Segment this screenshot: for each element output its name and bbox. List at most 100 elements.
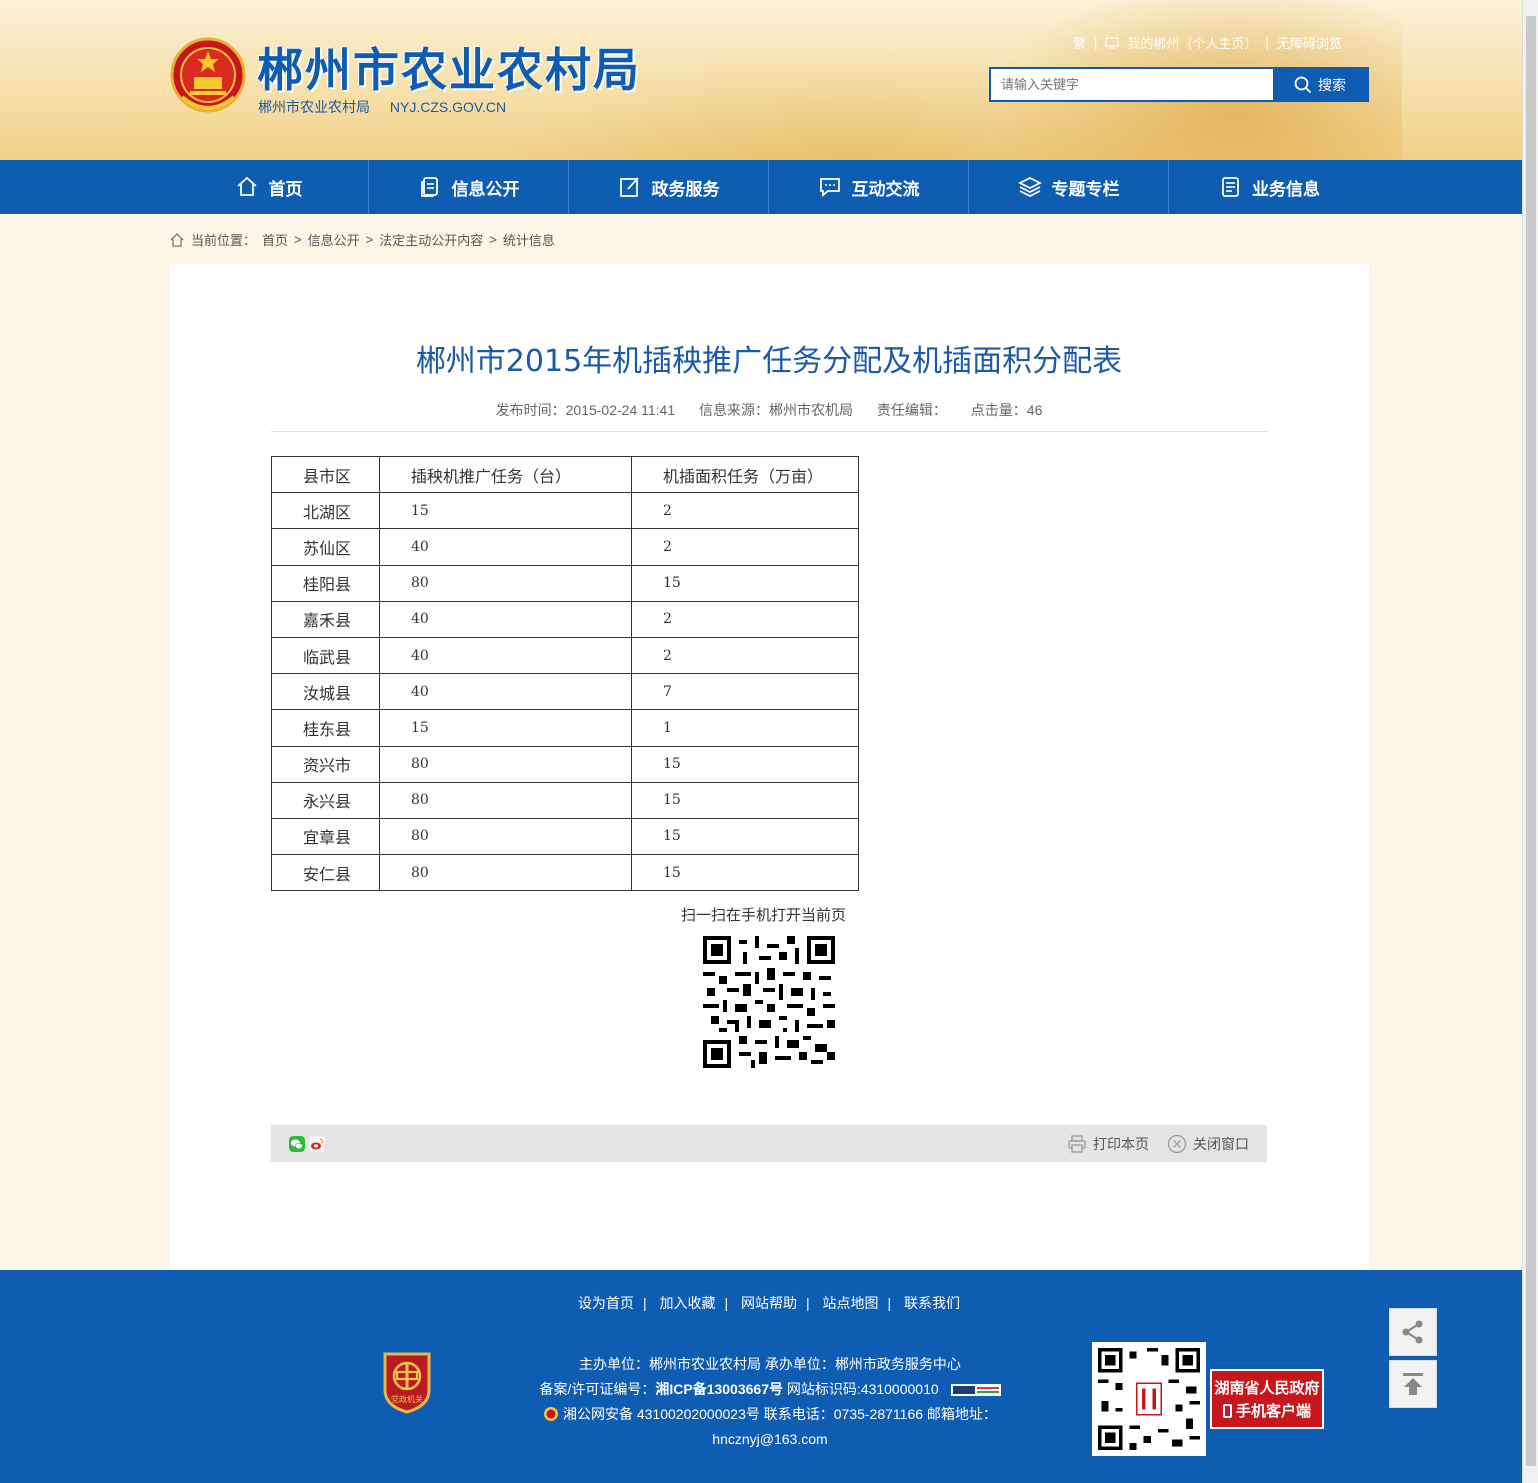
- table-row: 嘉禾县 40 2: [271, 600, 859, 638]
- footer-link-help[interactable]: 网站帮助: [741, 1295, 797, 1311]
- footer-icp-line: 备案/许可证编号：湘ICP备13003667号 网站标识码:4310000010: [520, 1377, 1020, 1402]
- publish-time: 发布时间：2015-02-24 11:41: [495, 402, 676, 418]
- traditional-chinese-link[interactable]: 繁: [1073, 33, 1086, 52]
- footer-link-sitemap[interactable]: 站点地图: [823, 1295, 879, 1311]
- home-icon: [170, 232, 184, 247]
- nav-item-label: 业务信息: [1252, 179, 1320, 199]
- table-cell-county: 汝城县: [271, 673, 380, 711]
- police-record: 湘公网安备 43100202000023号 联系电话：0735-2871166 …: [562, 1406, 997, 1422]
- accessible-browse-link[interactable]: 无障碍浏览: [1277, 33, 1342, 52]
- table-cell-area: 2: [631, 492, 859, 530]
- nav-item-label: 首页: [268, 179, 303, 199]
- table-cell-area: 1: [631, 709, 859, 747]
- footer-link-add-favorite[interactable]: 加入收藏: [659, 1295, 715, 1311]
- table-row: 临武县 40 2: [271, 636, 859, 675]
- footer-link-separator: |: [724, 1295, 729, 1311]
- table-cell-county: 永兴县: [271, 781, 380, 819]
- table-row: 桂东县 15 1: [271, 709, 859, 747]
- vertical-scrollbar[interactable]: [1522, 0, 1538, 1483]
- my-chenzhou-link[interactable]: 我的郴州（个人主页）: [1127, 33, 1257, 52]
- nav-item-info-public[interactable]: 信息公开: [369, 160, 569, 214]
- table-cell-county: 临武县: [271, 636, 380, 675]
- breadcrumb: 当前位置： 首页 > 信息公开 > 法定主动公开内容 > 统计信息: [169, 230, 555, 249]
- breadcrumb-separator: >: [489, 232, 497, 247]
- badge-label: 党政机关: [391, 1394, 423, 1404]
- table-header-row: 县市区 插秧机推广任务（台） 机插面积任务（万亩）: [271, 455, 859, 494]
- site-footer: 设为首页 | 加入收藏 | 网站帮助 | 站点地图 | 联系我们 党政机关 主办单位：郴…: [0, 1270, 1522, 1483]
- table-cell-county: 宜章县: [271, 817, 380, 856]
- table-cell-area: 15: [631, 854, 859, 892]
- back-to-top-button[interactable]: [1389, 1360, 1437, 1408]
- print-button[interactable]: 打印本页: [1067, 1134, 1149, 1154]
- table-row: 永兴县 80 15: [271, 781, 859, 819]
- table-cell-area: 2: [631, 528, 859, 566]
- phone-icon: [1222, 1403, 1232, 1418]
- wechat-icon[interactable]: [289, 1136, 305, 1152]
- nav-item-label: 政务服务: [651, 179, 720, 199]
- click-count: 点击量：46: [970, 402, 1043, 418]
- nav-item-interaction[interactable]: 互动交流: [769, 160, 969, 214]
- table-cell-county: 桂东县: [271, 709, 380, 747]
- breadcrumb-item-statistics[interactable]: 统计信息: [503, 230, 555, 249]
- chat-icon: [819, 178, 840, 197]
- site-id-badge-icon: [950, 1384, 1001, 1397]
- site-sub-name: 郴州市农业农村局: [258, 99, 370, 115]
- footer-info: 主办单位：郴州市农业农村局 承办单位：郴州市政务服务中心 备案/许可证编号：湘I…: [520, 1352, 1020, 1452]
- table-cell-county: 资兴市: [271, 745, 380, 783]
- breadcrumb-item-home[interactable]: 首页: [262, 230, 288, 249]
- table-row: 汝城县 40 7: [271, 673, 859, 711]
- site-title[interactable]: 郴州市农业农村局: [257, 34, 641, 100]
- table-cell-county: 北湖区: [271, 492, 380, 530]
- allocation-table: 县市区 插秧机推广任务（台） 机插面积任务（万亩） 北湖区 15 2 苏仙区 40 2 …: [271, 455, 859, 892]
- nav-item-business-info[interactable]: 业务信息: [1169, 160, 1369, 214]
- search-button[interactable]: 搜索: [1273, 69, 1367, 100]
- scrollbar-thumb[interactable]: [1526, 16, 1536, 1466]
- search-button-label: 搜索: [1318, 76, 1346, 93]
- share-icons: [289, 1136, 325, 1152]
- icp-prefix: 备案/许可证编号：: [539, 1381, 656, 1397]
- footer-email[interactable]: hncznyj@163.com: [520, 1427, 1020, 1452]
- weibo-icon[interactable]: [309, 1136, 325, 1152]
- nav-item-gov-service[interactable]: 政务服务: [569, 160, 769, 214]
- page-qr-code: [703, 936, 835, 1068]
- search-input[interactable]: [991, 69, 1273, 100]
- site-subtitle: 郴州市农业农村局 NYJ.CZS.GOV.CN: [258, 97, 522, 117]
- table-cell-area: 15: [631, 564, 859, 602]
- article-title: 郴州市2015年机插秧推广任务分配及机插面积分配表: [415, 344, 1123, 379]
- breadcrumb-separator: >: [294, 232, 302, 247]
- table-cell-area: 7: [631, 673, 859, 711]
- site-domain: NYJ.CZS.GOV.CN: [389, 99, 507, 115]
- table-cell-county: 苏仙区: [271, 528, 380, 566]
- table-cell-area: 15: [631, 817, 859, 856]
- close-icon: [1167, 1134, 1187, 1154]
- table-cell-machines: 80: [379, 817, 632, 856]
- close-window-button[interactable]: 关闭窗口: [1167, 1134, 1249, 1154]
- table-row: 苏仙区 40 2: [271, 528, 859, 566]
- breadcrumb-prefix: 当前位置：: [191, 233, 257, 248]
- police-badge-icon: [544, 1407, 559, 1421]
- table-header-cell: 机插面积任务（万亩）: [631, 455, 859, 494]
- share-float-button[interactable]: [1389, 1308, 1437, 1356]
- nav-item-home[interactable]: 首页: [169, 160, 369, 214]
- table-row: 桂阳县 80 15: [271, 564, 859, 602]
- qr-caption: 扫一扫在手机打开当前页: [681, 907, 847, 924]
- edit-icon: [619, 177, 639, 197]
- nav-item-special-topics[interactable]: 专题专栏: [969, 160, 1169, 214]
- site-id: 网站标识码:4310000010: [783, 1381, 939, 1397]
- table-cell-machines: 15: [379, 709, 632, 747]
- breadcrumb-item-info-public[interactable]: 信息公开: [308, 230, 360, 249]
- table-cell-area: 2: [631, 636, 859, 675]
- footer-link-set-homepage[interactable]: 设为首页: [578, 1295, 634, 1311]
- table-row: 宜章县 80 15: [271, 817, 859, 856]
- footer-link-separator: |: [887, 1295, 892, 1311]
- icp-link[interactable]: 湘ICP备13003667号: [655, 1381, 783, 1397]
- breadcrumb-item-statutory[interactable]: 法定主动公开内容: [379, 230, 483, 249]
- site-header: 郴州市农业农村局 郴州市农业农村局 NYJ.CZS.GOV.CN 繁 | 我的郴…: [0, 0, 1522, 160]
- nav-item-label: 互动交流: [851, 179, 920, 199]
- top-links: 繁 | 我的郴州（个人主页） | 无障碍浏览: [1073, 33, 1342, 52]
- mobile-app-badge[interactable]: 湖南省人民政府 手机客户端: [1210, 1369, 1324, 1429]
- footer-link-contact[interactable]: 联系我们: [904, 1295, 960, 1311]
- footer-link-separator: |: [806, 1295, 810, 1311]
- party-gov-badge-icon[interactable]: 党政机关: [381, 1350, 433, 1414]
- app-badge-title: 湖南省人民政府: [1214, 1380, 1320, 1397]
